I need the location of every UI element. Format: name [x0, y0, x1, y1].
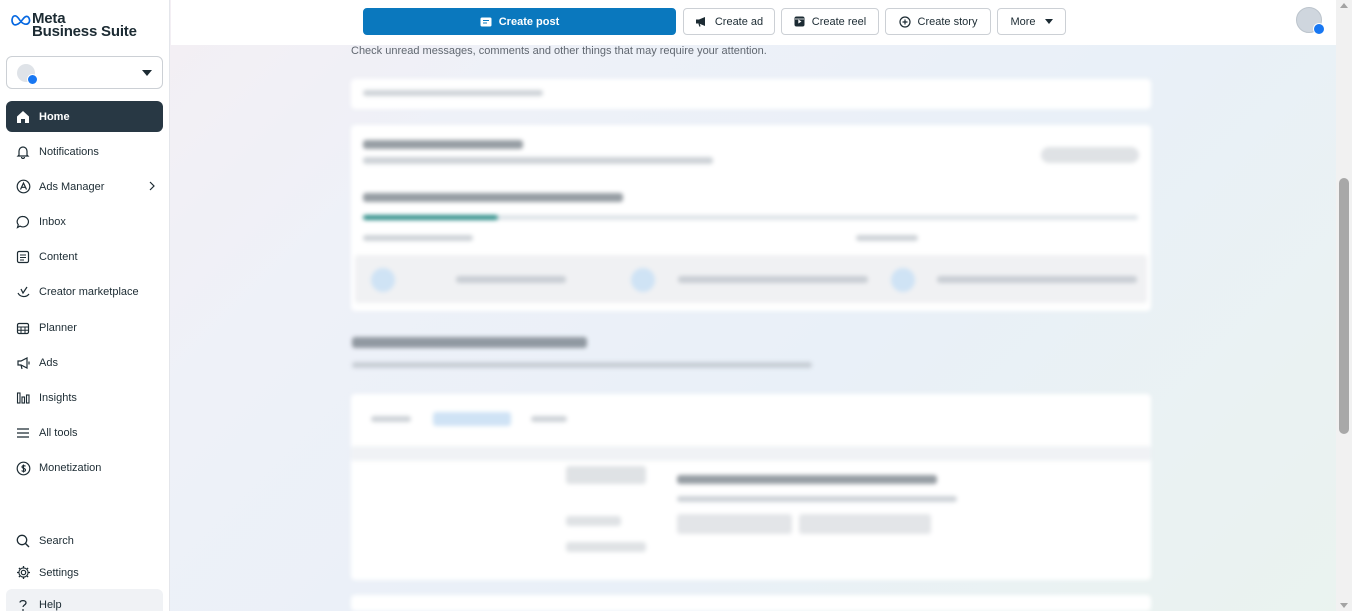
- sidebar-item-ads-manager[interactable]: Ads Manager: [6, 171, 163, 202]
- sidebar-item-monetization[interactable]: Monetization: [6, 453, 163, 484]
- sidebar-item-label: Planner: [39, 321, 77, 334]
- sidebar-item-label: All tools: [39, 427, 78, 440]
- sidebar-item-insights[interactable]: Insights: [6, 383, 163, 414]
- create-ad-button[interactable]: Create ad: [683, 8, 775, 35]
- more-dropdown-button[interactable]: More: [997, 8, 1066, 35]
- sidebar-nav: Home Notifications Ads Manager Inbox Con…: [6, 101, 163, 488]
- sidebar-item-inbox[interactable]: Inbox: [6, 207, 163, 238]
- content-card: [351, 394, 1151, 580]
- meta-logo-icon: [11, 14, 31, 26]
- next-card: [351, 595, 1151, 611]
- creator-icon: [15, 284, 31, 300]
- sidebar-item-label: Ads: [39, 356, 58, 369]
- sidebar-item-label: Search: [39, 534, 74, 547]
- help-icon: [15, 597, 31, 611]
- sidebar-item-help[interactable]: Help: [6, 589, 163, 611]
- reel-icon: [794, 16, 805, 27]
- scroll-up-arrow-icon[interactable]: [1340, 3, 1348, 8]
- create-reel-button[interactable]: Create reel: [781, 8, 879, 35]
- search-icon: [15, 533, 31, 549]
- bar-chart-icon: [15, 390, 31, 406]
- chevron-right-icon: [149, 181, 155, 194]
- profile-avatar[interactable]: [1296, 7, 1325, 35]
- sidebar-item-planner[interactable]: Planner: [6, 312, 163, 343]
- sidebar-item-notifications[interactable]: Notifications: [6, 136, 163, 167]
- story-icon: [898, 15, 911, 28]
- sidebar-item-label: Monetization: [39, 462, 102, 475]
- sidebar-bottom-nav: Search Settings Help: [6, 525, 163, 611]
- calendar-icon: [15, 320, 31, 336]
- sidebar-item-label: Ads Manager: [39, 180, 105, 193]
- sidebar: Meta Business Suite Home Notifications A…: [0, 0, 170, 611]
- sidebar-item-label: Insights: [39, 392, 77, 404]
- scrollbar-thumb[interactable]: [1339, 178, 1349, 434]
- account-selector[interactable]: [6, 56, 163, 89]
- unread-card: [351, 79, 1151, 109]
- bell-icon: [15, 144, 31, 160]
- sidebar-item-content[interactable]: Content: [6, 242, 163, 273]
- sidebar-item-settings[interactable]: Settings: [6, 557, 163, 588]
- brand-line-2: Business Suite: [32, 23, 137, 40]
- ads-manager-icon: [15, 179, 31, 195]
- page-avatar: [17, 63, 38, 85]
- meta-business-suite-logo[interactable]: Meta Business Suite: [11, 11, 151, 42]
- top-action-bar: Create post Create ad Create reel Create…: [171, 0, 1352, 45]
- create-story-button[interactable]: Create story: [885, 8, 991, 35]
- scroll-down-arrow-icon[interactable]: [1340, 603, 1348, 608]
- sidebar-item-ads[interactable]: Ads: [6, 347, 163, 378]
- sidebar-item-home[interactable]: Home: [6, 101, 163, 132]
- caret-down-icon: [1044, 19, 1053, 24]
- sidebar-item-label: Settings: [39, 566, 79, 579]
- sidebar-item-label: Creator marketplace: [39, 286, 139, 299]
- create-post-button[interactable]: Create post: [363, 8, 676, 35]
- sidebar-item-all-tools[interactable]: All tools: [6, 418, 163, 449]
- megaphone-icon: [695, 16, 708, 27]
- compose-icon: [480, 17, 492, 27]
- sidebar-item-label: Content: [39, 251, 78, 264]
- sidebar-item-search[interactable]: Search: [6, 525, 163, 556]
- dollar-icon: [15, 460, 31, 476]
- chat-bubble-icon: [15, 214, 31, 230]
- gear-icon: [15, 565, 31, 581]
- home-icon: [15, 109, 31, 125]
- megaphone-icon: [15, 355, 31, 371]
- sidebar-item-label: Inbox: [39, 216, 66, 229]
- chevron-down-icon: [142, 70, 152, 76]
- page-scrollbar[interactable]: [1336, 0, 1352, 611]
- sidebar-item-creator-marketplace[interactable]: Creator marketplace: [6, 277, 163, 308]
- sidebar-item-label: Home: [39, 110, 70, 123]
- weekly-plan-card: [351, 125, 1151, 311]
- sidebar-item-label: Notifications: [39, 145, 99, 158]
- attention-subtitle: Check unread messages, comments and othe…: [351, 45, 767, 57]
- menu-icon: [15, 425, 31, 441]
- sidebar-item-label: Help: [39, 598, 62, 611]
- content-icon: [15, 249, 31, 265]
